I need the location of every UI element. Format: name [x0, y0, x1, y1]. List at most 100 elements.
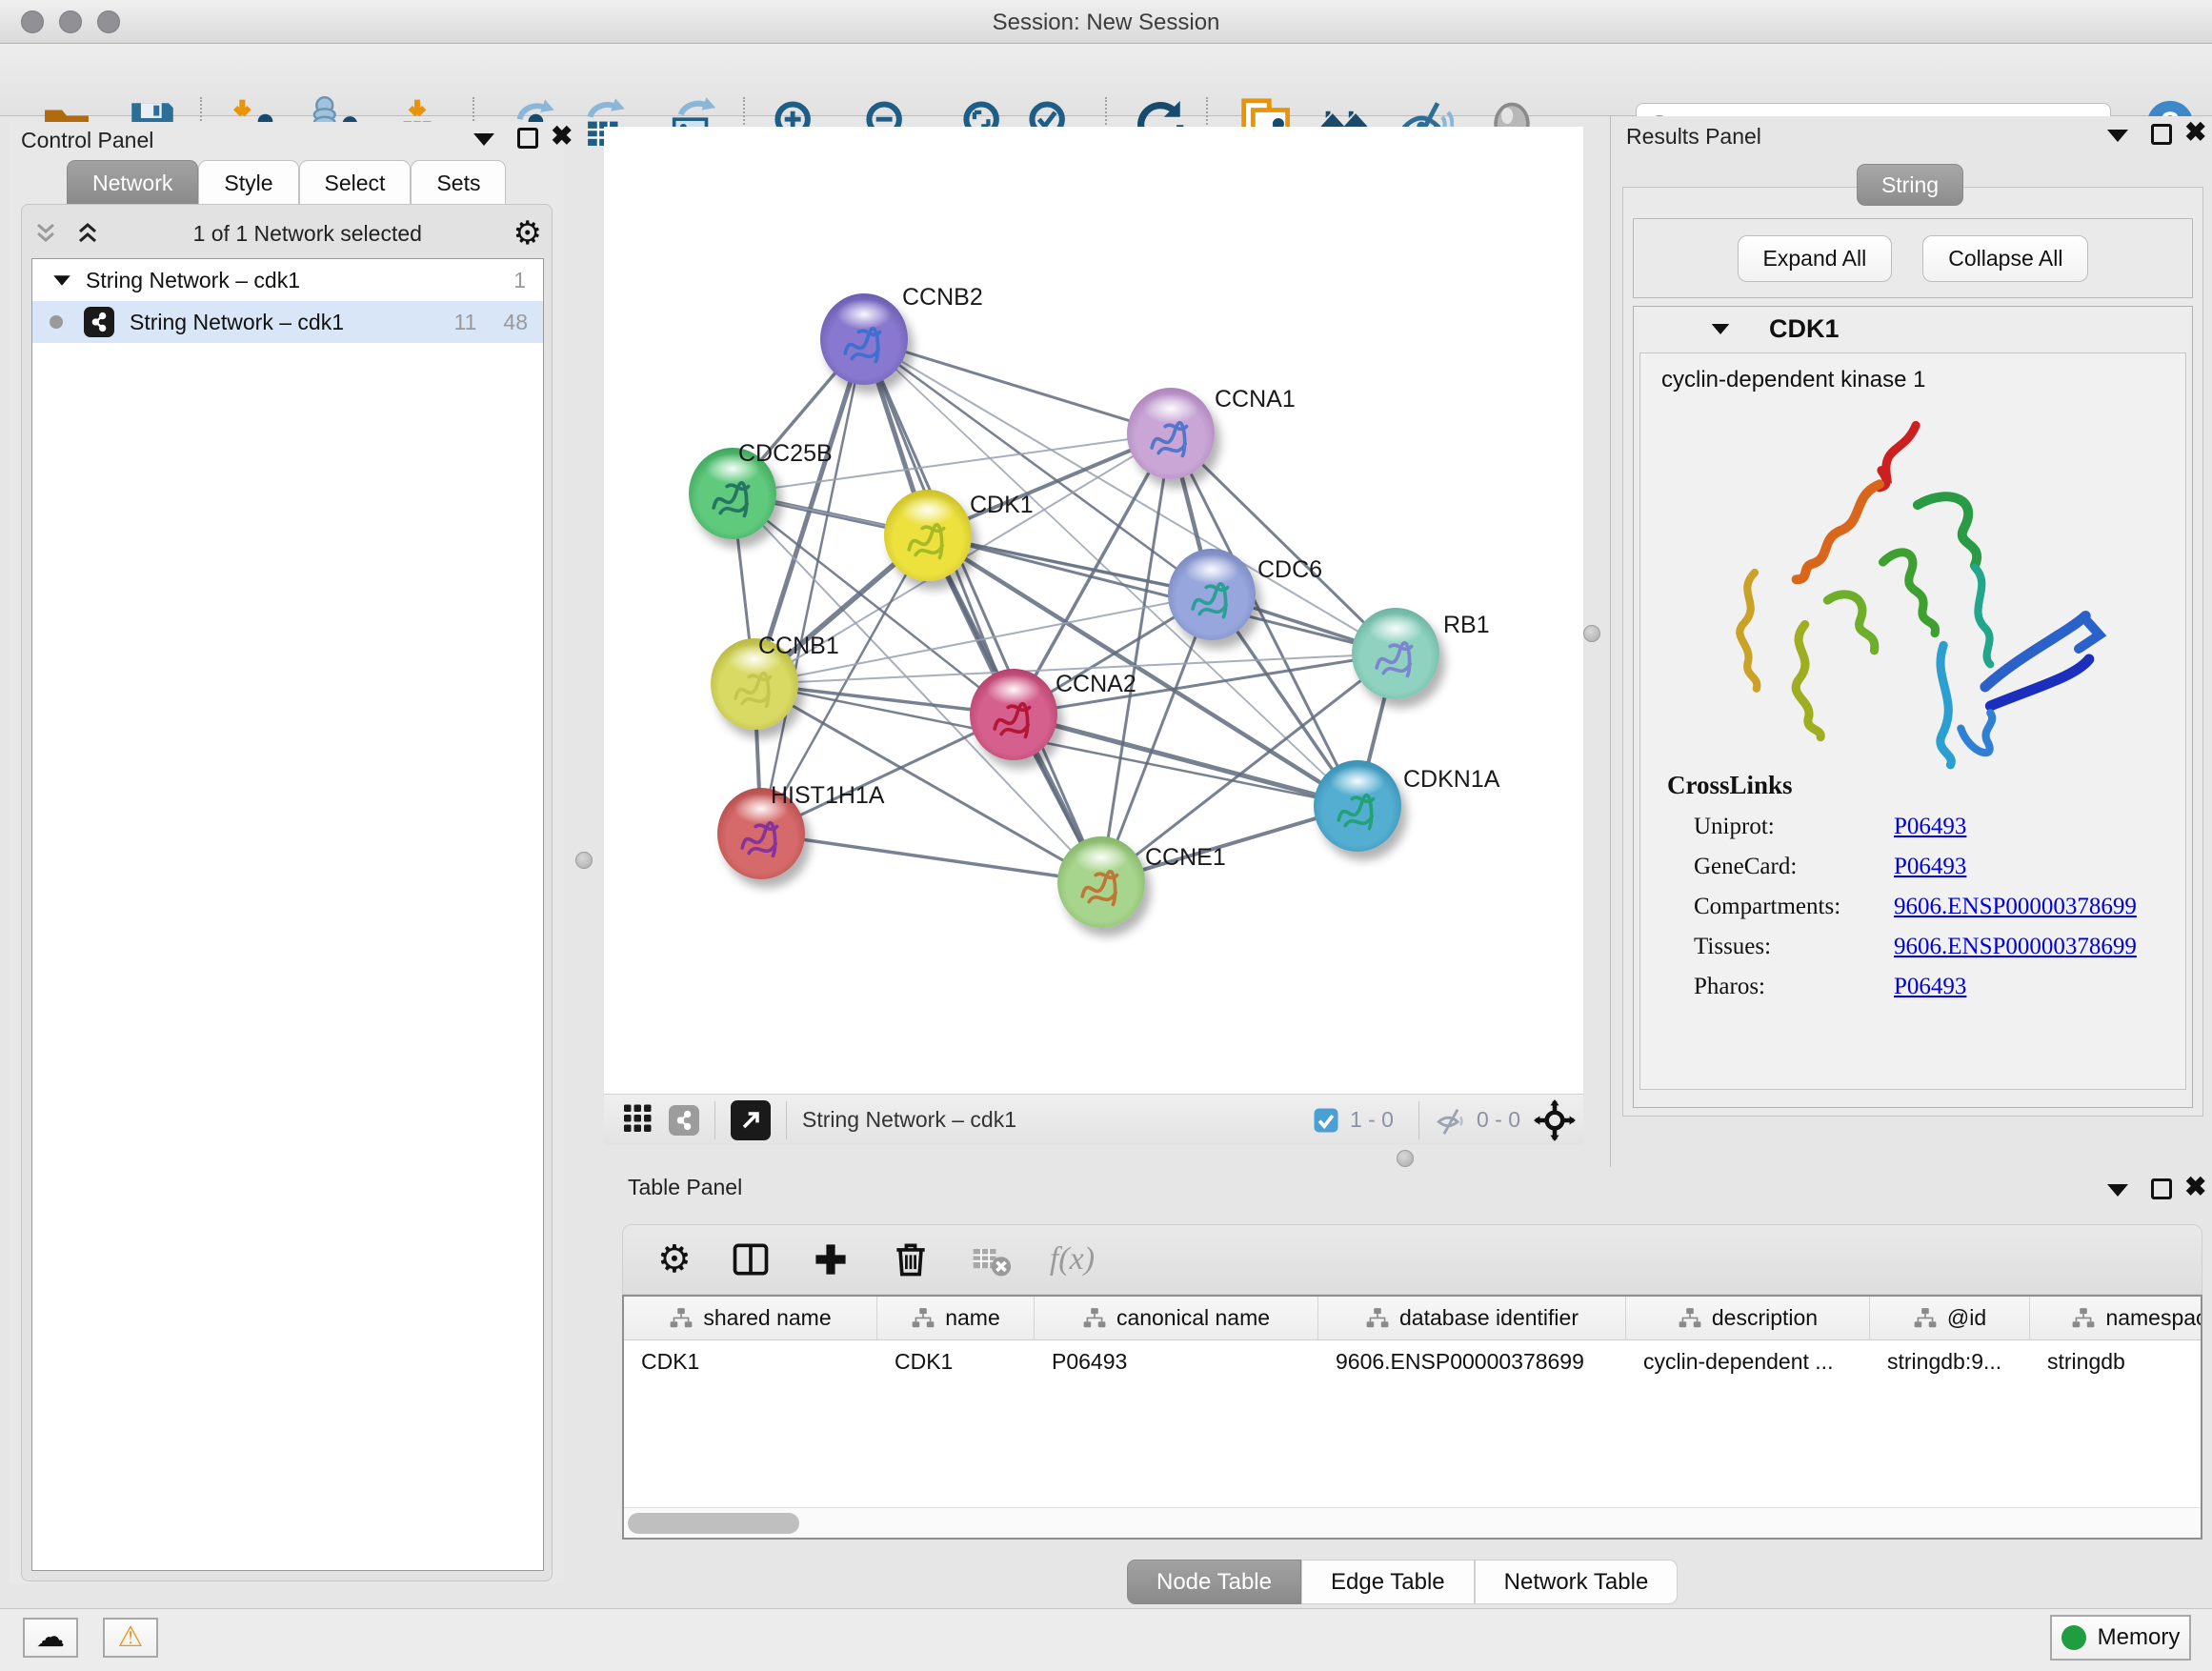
cloud-status-button[interactable]: ☁ — [23, 1618, 78, 1658]
network-node-CDKN1A[interactable] — [1314, 760, 1401, 852]
right-splitter-handle[interactable] — [1583, 625, 1600, 642]
network-node-CCNE1[interactable] — [1057, 836, 1145, 928]
network-row-selected[interactable]: String Network – cdk1 11 48 — [32, 301, 543, 343]
show-columns-icon[interactable] — [730, 1238, 772, 1280]
hidden-eye-slash-icon[interactable] — [1435, 1104, 1467, 1137]
network-view-toolbar: String Network – cdk1 1 - 0 0 - 0 — [604, 1094, 1583, 1145]
tab-edge-table[interactable]: Edge Table — [1301, 1560, 1475, 1604]
function-builder-icon[interactable]: f(x) — [1050, 1241, 1095, 1278]
expand-all-button[interactable]: Expand All — [1738, 235, 1893, 282]
node-label-CDKN1A: CDKN1A — [1403, 766, 1499, 794]
table-panel: Table Panel ✖ ⚙ f(x) shared namenamecano… — [564, 1167, 2212, 1608]
table-cell[interactable]: cyclin-dependent ... — [1626, 1340, 1870, 1382]
tab-sets[interactable]: Sets — [411, 160, 506, 205]
expand-all-icon[interactable] — [73, 219, 102, 248]
grid-view-icon[interactable] — [621, 1100, 655, 1139]
control-panel: Control Panel ✖ Network Style Select Set… — [10, 122, 564, 1583]
network-options-gear-icon[interactable]: ⚙ — [513, 217, 542, 250]
table-panel-title: Table Panel — [628, 1175, 742, 1200]
column-header-description[interactable]: description — [1626, 1297, 1870, 1339]
status-bar: ☁ ⚠ Memory — [0, 1608, 2212, 1671]
crosslinks-title: CrossLinks — [1667, 771, 2185, 800]
crosslink-genecard-link[interactable]: P06493 — [1894, 854, 1966, 880]
network-edge-CCNB2-CCNE1[interactable] — [864, 339, 1101, 882]
close-panel-icon[interactable]: ✖ — [2184, 122, 2206, 143]
crosslink-compartments-link[interactable]: 9606.ENSP00000378699 — [1894, 894, 2137, 920]
tab-network[interactable]: Network — [67, 160, 198, 205]
column-header-shared-name[interactable]: shared name — [624, 1297, 877, 1339]
detach-view-icon[interactable] — [731, 1100, 771, 1140]
delete-column-icon[interactable] — [890, 1238, 932, 1280]
maximize-panel-icon[interactable] — [2151, 124, 2172, 145]
close-panel-icon[interactable]: ✖ — [551, 126, 573, 147]
network-node-CDK1[interactable] — [884, 490, 972, 581]
scrollbar-thumb[interactable] — [628, 1513, 799, 1534]
collection-expand-icon[interactable] — [53, 275, 70, 285]
network-node-CCNB2[interactable] — [820, 293, 908, 385]
crosslinks-block: CrossLinks Uniprot:P06493 GeneCard:P0649… — [1640, 771, 2185, 1000]
tab-network-table[interactable]: Network Table — [1475, 1560, 1679, 1604]
node-label-CDC6: CDC6 — [1257, 556, 1322, 584]
results-tab-string[interactable]: String — [1857, 164, 1963, 206]
network-edge-CCNB2-HIST1H1A[interactable] — [761, 339, 864, 834]
maximize-panel-icon[interactable] — [517, 128, 538, 149]
tab-style[interactable]: Style — [198, 160, 298, 205]
crosslink-label: Tissues: — [1694, 934, 1894, 960]
delete-table-icon[interactable] — [970, 1238, 1012, 1280]
birdseye-crosshair-icon[interactable] — [1534, 1099, 1576, 1141]
crosslink-tissues-link[interactable]: 9606.ENSP00000378699 — [1894, 934, 2137, 960]
table-cell[interactable]: CDK1 — [624, 1340, 877, 1382]
column-header-name[interactable]: name — [877, 1297, 1035, 1339]
collapse-all-icon[interactable] — [31, 219, 60, 248]
close-panel-icon[interactable]: ✖ — [2184, 1177, 2206, 1198]
crosslink-label: GeneCard: — [1694, 854, 1894, 880]
crosslink-uniprot-link[interactable]: P06493 — [1894, 814, 1966, 840]
network-collection-row[interactable]: String Network – cdk1 1 — [32, 259, 543, 301]
collapse-all-button[interactable]: Collapse All — [1922, 235, 2088, 282]
warnings-button[interactable]: ⚠ — [103, 1618, 158, 1658]
table-cell[interactable]: stringdb:9... — [1870, 1340, 2030, 1382]
network-node-CCNA1[interactable] — [1127, 388, 1215, 479]
section-collapse-icon[interactable] — [1712, 323, 1730, 333]
table-cell[interactable]: P06493 — [1035, 1340, 1318, 1382]
add-column-icon[interactable] — [810, 1238, 852, 1280]
table-options-gear-icon[interactable]: ⚙ — [657, 1243, 692, 1276]
node-label-CDC25B: CDC25B — [738, 440, 833, 468]
selected-checkbox-icon[interactable] — [1312, 1106, 1340, 1135]
protein-ribbon-thumbnail — [1066, 856, 1136, 920]
network-node-CCNA2[interactable] — [970, 669, 1057, 760]
node-label-HIST1H1A: HIST1H1A — [771, 782, 884, 810]
network-edge-HIST1H1A-CCNE1[interactable] — [761, 834, 1101, 882]
column-header-canonical-name[interactable]: canonical name — [1035, 1297, 1318, 1339]
tab-select[interactable]: Select — [299, 160, 412, 205]
column-type-icon — [1678, 1306, 1702, 1331]
left-splitter-handle[interactable] — [575, 852, 593, 869]
horizontal-splitter-handle[interactable] — [1397, 1150, 1414, 1167]
network-node-RB1[interactable] — [1352, 608, 1439, 699]
node-label-RB1: RB1 — [1443, 612, 1490, 639]
crosslink-pharos-link[interactable]: P06493 — [1894, 974, 1966, 1000]
column-header-namespac[interactable]: namespac — [2030, 1297, 2202, 1339]
column-header--id[interactable]: @id — [1870, 1297, 2030, 1339]
node-label-CCNB2: CCNB2 — [902, 284, 983, 312]
string-view-icon[interactable] — [669, 1105, 699, 1136]
table-row[interactable]: CDK1CDK1P064939606.ENSP00000378699cyclin… — [624, 1340, 2201, 1382]
crosslink-label: Compartments: — [1694, 894, 1894, 920]
column-header-database-identifier[interactable]: database identifier — [1318, 1297, 1626, 1339]
table-cell[interactable]: 9606.ENSP00000378699 — [1318, 1340, 1626, 1382]
maximize-panel-icon[interactable] — [2151, 1178, 2172, 1199]
memory-button[interactable]: Memory — [2050, 1615, 2191, 1661]
hidden-node-edge-counts: 0 - 0 — [1477, 1107, 1520, 1133]
tab-node-table[interactable]: Node Table — [1127, 1560, 1301, 1604]
horizontal-scrollbar[interactable] — [624, 1507, 2201, 1538]
float-panel-icon[interactable] — [473, 133, 494, 146]
network-node-CDC6[interactable] — [1168, 549, 1256, 640]
float-panel-icon[interactable] — [2107, 130, 2128, 142]
table-cell[interactable]: stringdb — [2030, 1340, 2202, 1382]
network-edge-CCNB2-CCNA1[interactable] — [864, 339, 1171, 433]
table-cell[interactable]: CDK1 — [877, 1340, 1035, 1382]
network-canvas[interactable]: CCNB2CCNA1CDC25BCDK1CDC6RB1CCNB1CCNA2CDK… — [604, 127, 1583, 1094]
protein-ribbon-thumbnail — [893, 510, 963, 574]
float-panel-icon[interactable] — [2107, 1184, 2128, 1197]
protein-ribbon-thumbnail — [1136, 408, 1206, 472]
